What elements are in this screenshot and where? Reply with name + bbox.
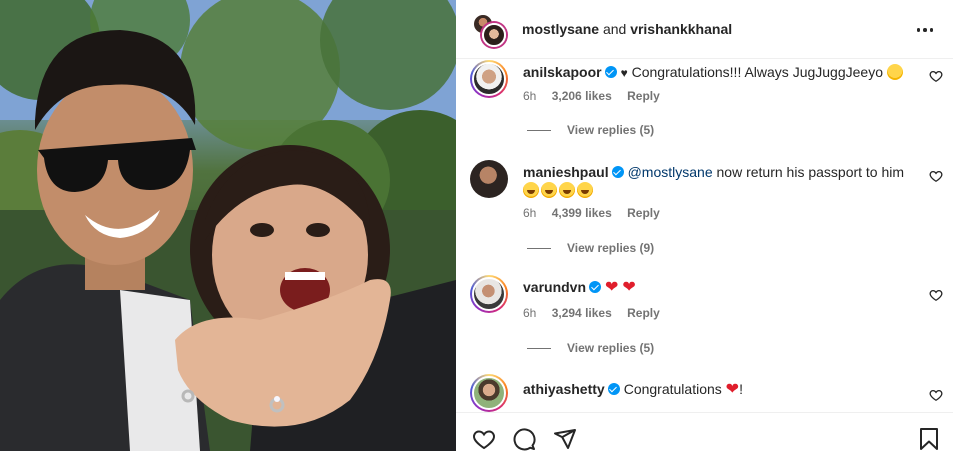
- avatar[interactable]: [470, 275, 508, 313]
- comment-suffix: !: [739, 381, 743, 397]
- comment-text: athiyashetty Congratulations ❤!: [523, 380, 913, 399]
- comment-text: manieshpaul @mostlysane now return his pa…: [523, 163, 913, 199]
- comment-text: varundvn ❤ ❤: [523, 278, 913, 297]
- comment-meta: 6h 3,206 likes Reply: [523, 89, 672, 103]
- more-dot-icon: [923, 28, 927, 32]
- comment-time[interactable]: 6h: [523, 206, 536, 220]
- rofl-emoji-icon: [541, 182, 557, 198]
- comment-time[interactable]: 6h: [523, 89, 536, 103]
- verified-badge-icon: [589, 281, 602, 293]
- view-replies-label: View replies (5): [567, 123, 655, 137]
- verified-badge-icon: [611, 166, 624, 178]
- post-actions-bar: [456, 412, 953, 451]
- comment-text: anilskapoor ♥ Congratulations!!! Always J…: [523, 63, 913, 82]
- bookmark-icon[interactable]: [917, 427, 941, 451]
- replies-divider: [527, 247, 551, 249]
- comment-username[interactable]: anilskapoor: [523, 64, 602, 80]
- reply-button[interactable]: Reply: [627, 306, 660, 320]
- comment-likes[interactable]: 3,294 likes: [552, 306, 612, 320]
- comment-meta: 6h 3,294 likes Reply: [523, 306, 672, 320]
- comment-like-heart-icon[interactable]: [929, 288, 943, 302]
- share-icon[interactable]: [553, 427, 577, 451]
- more-dot-icon: [916, 28, 921, 32]
- comment-username[interactable]: athiyashetty: [523, 381, 605, 397]
- rofl-emoji-icon: [577, 182, 593, 198]
- avatar[interactable]: [470, 60, 508, 98]
- reply-button[interactable]: Reply: [627, 89, 660, 103]
- verified-badge-icon: [607, 383, 620, 395]
- red-heart-emoji-icon: ❤: [725, 381, 740, 398]
- comment-time[interactable]: 6h: [523, 306, 536, 320]
- comment-message: Congratulations: [623, 381, 722, 397]
- view-replies-button[interactable]: View replies (9): [527, 241, 654, 255]
- comment-meta: 6h 4,399 likes Reply: [523, 206, 672, 220]
- coauthor-avatars[interactable]: [472, 13, 506, 47]
- view-replies-button[interactable]: View replies (5): [527, 341, 654, 355]
- comment-icon[interactable]: [512, 427, 536, 451]
- author-username[interactable]: mostlysane: [522, 21, 599, 37]
- rofl-emoji-icon: [559, 182, 575, 198]
- red-heart-emoji-icon: ❤: [622, 279, 636, 296]
- red-heart-emoji-icon: ❤: [605, 279, 619, 296]
- avatar: [482, 23, 506, 47]
- post-header: mostlysane and vrishankkhanal: [456, 0, 953, 59]
- comment-likes[interactable]: 3,206 likes: [552, 89, 612, 103]
- replies-divider: [527, 347, 551, 349]
- avatar[interactable]: [470, 374, 508, 412]
- heart-icon[interactable]: [472, 427, 496, 451]
- view-replies-button[interactable]: View replies (5): [527, 123, 654, 137]
- replies-divider: [527, 129, 551, 131]
- more-options-button[interactable]: [913, 18, 937, 42]
- heart-prefix: ♥: [620, 66, 628, 80]
- comment-like-heart-icon[interactable]: [929, 69, 943, 83]
- coauthor-username[interactable]: vrishankkhanal: [630, 21, 732, 37]
- comments-list[interactable]: anilskapoor ♥ Congratulations!!! Always J…: [456, 60, 953, 412]
- view-replies-label: View replies (5): [567, 341, 655, 355]
- view-replies-label: View replies (9): [567, 241, 655, 255]
- comment-like-heart-icon[interactable]: [929, 169, 943, 183]
- comment-username[interactable]: manieshpaul: [523, 164, 609, 180]
- comment-mention[interactable]: @mostlysane: [628, 164, 713, 180]
- post-authors: mostlysane and vrishankkhanal: [522, 21, 732, 37]
- comment-likes[interactable]: 4,399 likes: [552, 206, 612, 220]
- comment-message: Congratulations!!! Always JugJuggJeeyo: [631, 64, 883, 80]
- hugging-face-emoji-icon: [886, 64, 903, 80]
- rofl-emoji-icon: [523, 182, 539, 198]
- more-dot-icon: [929, 28, 934, 32]
- couple-photo-illustration: [0, 0, 456, 451]
- post-panel: mostlysane and vrishankkhanal anilskapoo…: [456, 0, 953, 451]
- author-connector: and: [602, 21, 627, 37]
- verified-badge-icon: [604, 66, 617, 78]
- comment-like-heart-icon[interactable]: [929, 388, 943, 402]
- reply-button[interactable]: Reply: [627, 206, 660, 220]
- post-photo[interactable]: [0, 0, 456, 451]
- comment-username[interactable]: varundvn: [523, 279, 586, 295]
- avatar[interactable]: [470, 160, 508, 198]
- comment-message: now return his passport to him: [716, 164, 905, 180]
